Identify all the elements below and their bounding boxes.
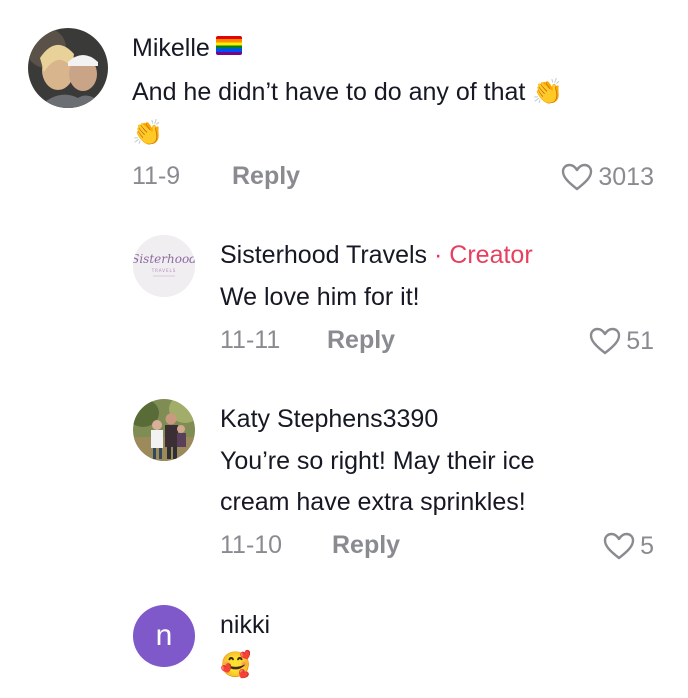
reply-text-line: cream have extra sprinkles!: [220, 488, 526, 516]
reply-date: 11-10: [220, 531, 283, 559]
sisterhood-logo-text: Sisterhood: [133, 252, 195, 266]
like-count: 5: [640, 531, 654, 560]
like-count: 3013: [598, 162, 654, 191]
reply-katy-stephens: Katy Stephens3390 You’re so right! May t…: [0, 399, 688, 569]
avatar[interactable]: [28, 28, 108, 108]
reply-button[interactable]: Reply: [332, 531, 400, 560]
reply-nikki: n nikki 🥰: [0, 605, 688, 695]
smiling-face-with-hearts-icon: 🥰: [220, 651, 252, 679]
comment-body: Mikelle And he didn’t have to do any of …: [132, 32, 654, 196]
sisterhood-logo-subtext: TRAVELS: [151, 268, 177, 273]
comment-meta: 11-9 Reply 3013: [132, 162, 654, 196]
reply-body: Katy Stephens3390 You’re so right! May t…: [220, 403, 654, 565]
like-button[interactable]: 5: [602, 531, 654, 561]
reply-text: We love him for it!: [220, 283, 420, 311]
username[interactable]: Katy Stephens3390: [220, 403, 654, 435]
heart-icon[interactable]: [602, 531, 636, 561]
creator-badge: Creator: [449, 241, 533, 269]
avatar-letter: n: [155, 619, 173, 652]
reply-body: nikki 🥰: [220, 609, 654, 686]
reply-meta: 11-10 Reply 5: [220, 531, 654, 565]
avatar[interactable]: [133, 399, 195, 461]
reply-text: You’re so right! May their ice cream hav…: [220, 441, 654, 523]
reply-text: 🥰: [220, 645, 654, 686]
username[interactable]: Mikelle: [132, 32, 654, 64]
username[interactable]: Sisterhood Travels · Creator: [220, 239, 654, 271]
reply-button[interactable]: Reply: [327, 326, 395, 355]
like-count: 51: [626, 326, 654, 355]
comment-mikelle: Mikelle And he didn’t have to do any of …: [0, 28, 688, 198]
rainbow-flag-icon: [215, 36, 242, 55]
heart-icon[interactable]: [588, 326, 622, 356]
username-text[interactable]: Sisterhood Travels: [220, 241, 427, 269]
reply-date: 11-11: [220, 326, 281, 354]
heart-icon[interactable]: [560, 162, 594, 192]
separator-dot: ·: [434, 241, 443, 269]
reply-button[interactable]: Reply: [232, 162, 300, 191]
reply-body: Sisterhood Travels · Creator We love him…: [220, 239, 654, 360]
reply-text-line: You’re so right! May their ice: [220, 447, 535, 475]
reply-sisterhood-travels: Sisterhood TRAVELS Sisterhood Travels · …: [0, 235, 688, 365]
avatar[interactable]: Sisterhood TRAVELS: [133, 235, 195, 297]
comment-date: 11-9: [132, 162, 181, 190]
username[interactable]: nikki: [220, 609, 654, 641]
avatar[interactable]: n: [133, 605, 195, 667]
clapping-hands-icon: 👏: [132, 119, 164, 147]
comment-text-line: And he didn’t have to do any of that: [132, 78, 526, 106]
username-text[interactable]: Mikelle: [132, 34, 210, 62]
like-button[interactable]: 3013: [560, 162, 654, 192]
clapping-hands-icon: 👏: [532, 78, 564, 106]
like-button[interactable]: 51: [588, 326, 654, 356]
comment-text: And he didn’t have to do any of that 👏 👏: [132, 72, 654, 154]
reply-meta: 11-11 Reply 51: [220, 326, 654, 360]
